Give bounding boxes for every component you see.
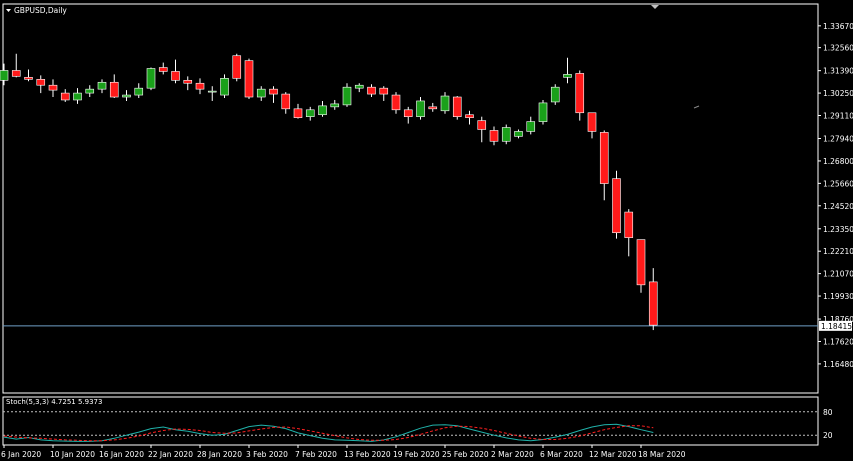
y-tick-label: 1.25660 [823,179,853,188]
bear-candle [36,79,46,86]
x-tick-label: 12 Mar 2020 [589,450,637,459]
bull-candle [256,88,266,98]
bull-candle [330,103,340,108]
bear-candle [575,73,585,114]
y-tick-label: 1.26800 [823,157,853,166]
bull-candle [354,84,364,89]
symbol-dropdown-icon [6,9,11,12]
bear-candle [599,132,609,184]
bear-candle [428,106,438,110]
x-tick-label: 3 Feb 2020 [246,450,288,459]
bear-candle [465,114,474,118]
indicator-frame [2,396,819,446]
bear-candle [489,130,499,142]
bear-candle [391,94,401,111]
stray-mark [693,105,700,109]
bear-candle [612,178,621,234]
bull-candle [305,109,315,117]
stoch-level-label: 20 [823,431,833,440]
bull-candle [416,100,425,117]
x-tick-label: 19 Feb 2020 [393,450,440,459]
y-tick-label: 1.33670 [823,22,853,31]
bear-candle [232,55,242,79]
bear-candle [293,108,303,118]
bear-candle [403,109,413,117]
x-tick-label: 25 Feb 2020 [442,450,489,459]
bear-candle [281,93,291,110]
bear-candle [109,81,119,98]
bear-candle [195,82,205,90]
bear-candle [183,80,193,84]
x-tick-label: 28 Jan 2020 [197,450,242,459]
bull-candle [440,95,450,112]
y-tick-label: 1.27940 [823,135,853,144]
bear-candle [367,86,376,95]
y-tick-label: 1.30250 [823,89,853,98]
bull-candle [146,68,156,89]
bull-candle [85,88,95,94]
bear-candle [24,77,33,80]
x-tick-label: 16 Jan 2020 [99,450,144,459]
y-tick-label: 1.24520 [823,202,853,211]
bull-candle [550,86,560,103]
bear-candle [171,71,180,81]
bull-candle [73,92,82,101]
x-tick-label: 10 Jan 2020 [50,450,95,459]
indicator-label: Stoch(5,3,3) 4.7251 5.9373 [6,398,102,406]
bear-candle [48,84,58,91]
y-tick-label: 1.17620 [823,337,853,346]
bear-candle [60,92,70,101]
bear-candle [379,87,389,95]
x-tick-label: 7 Feb 2020 [295,450,337,459]
bull-candle [501,127,511,142]
stoch-level-label: 80 [823,408,833,417]
bull-candle [97,81,107,90]
y-tick-label: 1.29110 [823,112,853,121]
bull-candle [538,102,548,122]
bear-candle [158,67,168,72]
y-tick-label: 1.23350 [823,225,853,234]
stoch-signal-line [3,425,654,442]
y-tick-label: 1.22210 [823,247,853,256]
bear-candle [11,70,21,77]
bear-candle [636,239,646,286]
bear-candle [269,88,278,95]
stoch-main-line [3,423,654,442]
bear-candle [452,96,462,117]
bear-candle [477,120,487,130]
bull-candle [318,105,327,116]
x-tick-label: 22 Jan 2020 [148,450,193,459]
x-tick-label: 18 Mar 2020 [638,450,686,459]
bull-candle [134,87,144,96]
y-tick-label: 1.32560 [823,44,853,53]
symbol-label: GBPUSD,Daily [14,6,67,15]
main-chart-frame [2,3,819,394]
x-tick-label: 6 Mar 2020 [540,450,583,459]
bull-candle [526,121,536,132]
bull-candle [207,90,217,93]
x-tick-label: 2 Mar 2020 [491,450,534,459]
bull-candle [122,94,131,98]
bear-candle [587,112,597,132]
x-tick-label: 6 Jan 2020 [1,450,41,459]
x-tick-label: 13 Feb 2020 [344,450,391,459]
bull-candle [342,86,352,106]
current-price-label: 1.18415 [821,322,852,331]
y-tick-label: 1.19930 [823,292,853,301]
bear-candle [624,211,634,238]
bear-candle [244,60,254,98]
chart-canvas: GBPUSD,Daily 1.33670 1.32560 1.31390 1.30250… [0,3,853,459]
shift-marker-icon [651,5,659,9]
bear-candle [648,281,658,326]
y-tick-label: 1.16480 [823,360,853,369]
bull-candle [0,70,9,81]
bull-candle [563,74,572,78]
bull-candle [220,78,229,96]
bull-candle [514,131,523,137]
y-tick-label: 1.21070 [823,270,853,279]
y-tick-label: 1.31390 [823,67,853,76]
